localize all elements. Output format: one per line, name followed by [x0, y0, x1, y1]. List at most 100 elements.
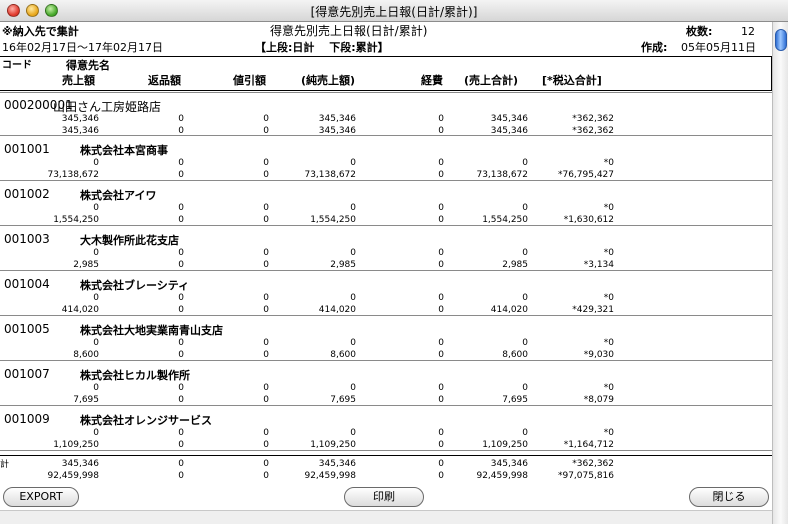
daily-tax-total-value: *0	[603, 203, 614, 213]
button-bar: EXPORT 印刷 閉じる	[0, 486, 772, 510]
daily-sales-total-value: 0	[522, 338, 528, 348]
cumulative-tax-total-value: *9,030	[583, 350, 614, 360]
daily-net-sales-value: 0	[350, 158, 356, 168]
customer-name: 株式会社オレンジサービス	[80, 414, 212, 427]
daily-tax-total-value: *0	[603, 158, 614, 168]
customer-row: 001003 大木製作所此花支店 0 0 0 0 0 0 *0 2,985 0 0 2,985 0 2,98…	[0, 227, 772, 271]
totals-daily-discount-value: 0	[263, 459, 269, 469]
daily-discount-value: 0	[263, 338, 269, 348]
cumulative-sales-total-value: 73,138,672	[476, 170, 528, 180]
customer-name: 株式会社大地実業南青山支店	[80, 324, 223, 337]
close-button[interactable]: 閉じる	[689, 487, 769, 507]
cumulative-tax-total-value: *362,362	[572, 126, 614, 136]
totals-daily-sales-total-value: 345,346	[490, 459, 528, 469]
column-code: コード	[2, 60, 32, 71]
totals-cumulative-tax-total-value: *97,075,816	[557, 471, 614, 481]
daily-net-sales-value: 0	[350, 428, 356, 438]
cumulative-net-sales-value: 73,138,672	[304, 170, 356, 180]
totals-section: 計 345,346 0 0 345,346 0 345,346 *362,362 92,459…	[0, 455, 772, 485]
cumulative-tax-total-value: *3,134	[583, 260, 614, 270]
daily-discount-value: 0	[263, 114, 269, 124]
cumulative-sales-total-value: 345,346	[490, 126, 528, 136]
pages-value: 12	[741, 25, 755, 38]
daily-discount-value: 0	[263, 428, 269, 438]
customer-row: 001007 株式会社ヒカル製作所 0 0 0 0 0 0 *0 7,695 0 0 7,695 0 7,6…	[0, 362, 772, 406]
customer-code: 001005	[4, 322, 50, 336]
daily-sales-total-value: 0	[522, 248, 528, 258]
report-period: 16年02月17日～17年02月17日	[2, 41, 163, 54]
export-button[interactable]: EXPORT	[3, 487, 79, 507]
customer-name: 山田さん工房姫路店	[53, 100, 162, 114]
daily-tax-total-value: *0	[603, 293, 614, 303]
customer-name: 大木製作所此花支店	[80, 234, 179, 247]
daily-sales-total-value: 0	[522, 293, 528, 303]
customer-name: 株式会社アイワ	[80, 189, 157, 202]
cumulative-discount-value: 0	[263, 170, 269, 180]
pages-label: 枚数:	[686, 25, 713, 38]
cumulative-sales-total-value: 414,020	[490, 305, 528, 315]
cumulative-discount-value: 0	[263, 126, 269, 136]
totals-cumulative-discount-value: 0	[263, 471, 269, 481]
cumulative-net-sales-value: 7,695	[330, 395, 356, 405]
column-sales: 売上額	[62, 74, 95, 87]
window-bottom-edge	[0, 510, 772, 524]
cumulative-discount-value: 0	[263, 215, 269, 225]
customer-code: 001004	[4, 277, 50, 291]
daily-net-sales-value: 345,346	[318, 114, 356, 124]
totals-cumulative-net-sales-value: 92,459,998	[304, 471, 356, 481]
window-title: [得意先別売上日報(日計/累計)]	[310, 5, 478, 19]
daily-sales-total-value: 0	[522, 203, 528, 213]
column-discount: 値引額	[233, 74, 266, 87]
customer-code: 001009	[4, 412, 50, 426]
cumulative-discount-value: 0	[263, 260, 269, 270]
daily-tax-total-value: *362,362	[572, 114, 614, 124]
customer-code: 001003	[4, 232, 50, 246]
cumulative-sales-total-value: 1,554,250	[482, 215, 528, 225]
daily-sales-total-value: 0	[522, 428, 528, 438]
column-customer-name: 得意先名	[66, 59, 110, 72]
customer-code: 001002	[4, 187, 50, 201]
print-button[interactable]: 印刷	[344, 487, 424, 507]
cumulative-discount-value: 0	[263, 440, 269, 450]
cumulative-net-sales-value: 345,346	[318, 126, 356, 136]
cumulative-discount-value: 0	[263, 395, 269, 405]
row-legend: 【上段:日計 下段:累計】	[255, 41, 389, 54]
customer-code: 001007	[4, 367, 50, 381]
daily-net-sales-value: 0	[350, 203, 356, 213]
daily-net-sales-value: 0	[350, 338, 356, 348]
totals-daily-tax-total-value: *362,362	[572, 459, 614, 469]
cumulative-tax-total-value: *8,079	[583, 395, 614, 405]
customer-row: 001004 株式会社ブレーシティ 0 0 0 0 0 0 *0 414,020 0 0 414,020…	[0, 272, 772, 316]
column-expense: 経費	[421, 74, 443, 87]
column-tax-total: [*税込合計]	[542, 74, 602, 87]
cumulative-net-sales-value: 1,109,250	[310, 440, 356, 450]
daily-sales-total-value: 0	[522, 383, 528, 393]
daily-net-sales-value: 0	[350, 248, 356, 258]
column-returns: 返品額	[148, 74, 181, 87]
customer-row: 001002 株式会社アイワ 0 0 0 0 0 0 *0 1,554,250 0 0 1,554,25…	[0, 182, 772, 226]
daily-tax-total-value: *0	[603, 383, 614, 393]
column-header: コード 得意先名 売上額 返品額 値引額 (純売上額) 経費 (売上合計) [*…	[0, 56, 772, 91]
report-area: ※納入先で集計 得意先別売上日報(日計/累計) 枚数: 12 16年02月17日…	[0, 22, 772, 486]
cumulative-tax-total-value: *1,164,712	[563, 440, 614, 450]
cumulative-discount-value: 0	[263, 305, 269, 315]
window-titlebar: [得意先別売上日報(日計/累計)]	[0, 0, 788, 22]
aggregation-note: ※納入先で集計	[2, 25, 79, 38]
daily-sales-total-value: 0	[522, 158, 528, 168]
cumulative-tax-total-value: *429,321	[572, 305, 614, 315]
cumulative-tax-total-value: *1,630,612	[563, 215, 614, 225]
daily-discount-value: 0	[263, 248, 269, 258]
customer-row: 000200001 山田さん工房姫路店 345,346 0 0 345,346 0 345,3…	[0, 92, 772, 136]
cumulative-sales-total-value: 1,109,250	[482, 440, 528, 450]
customer-code: 001001	[4, 142, 50, 156]
customer-row: 001009 株式会社オレンジサービス 0 0 0 0 0 0 *0 1,109,250 0 0 1,1…	[0, 407, 772, 451]
created-label: 作成:	[641, 41, 668, 54]
daily-tax-total-value: *0	[603, 428, 614, 438]
customer-row: 001005 株式会社大地実業南青山支店 0 0 0 0 0 0 *0 8,600 0 0 8,600 0…	[0, 317, 772, 361]
cumulative-net-sales-value: 414,020	[318, 305, 356, 315]
vertical-scrollbar[interactable]	[772, 22, 788, 524]
totals-cumulative-sales-total-value: 92,459,998	[476, 471, 528, 481]
daily-discount-value: 0	[263, 293, 269, 303]
daily-tax-total-value: *0	[603, 338, 614, 348]
scrollbar-thumb[interactable]	[775, 29, 787, 51]
